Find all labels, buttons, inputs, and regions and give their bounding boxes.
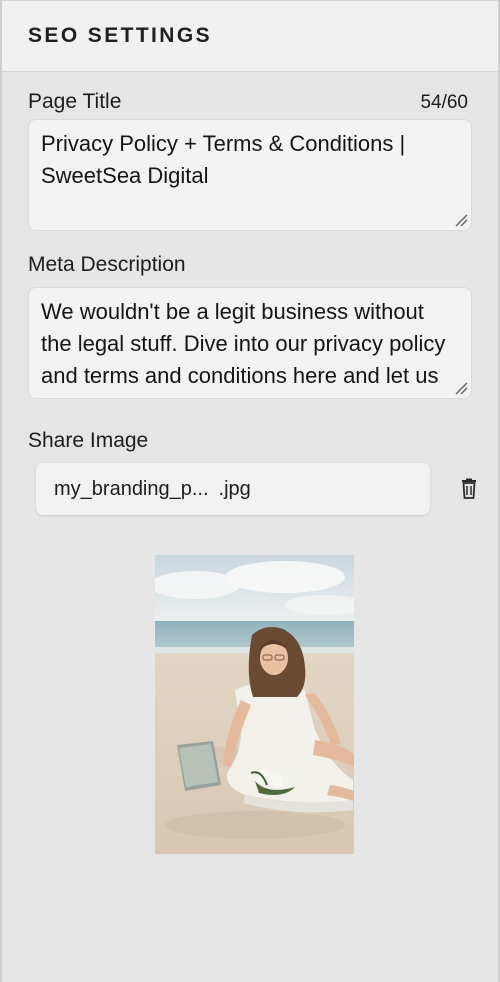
file-extension: .jpg	[218, 477, 251, 500]
share-image-label-row: Share Image	[28, 429, 468, 453]
resize-handle-icon[interactable]	[454, 381, 468, 395]
panel-title: SEO SETTINGS	[28, 24, 212, 47]
resize-handle-icon[interactable]	[454, 213, 468, 227]
page-title-field[interactable]: Privacy Policy + Terms & Conditions | Sw…	[28, 119, 472, 231]
meta-description-label: Meta Description	[28, 253, 186, 276]
share-image-label: Share Image	[28, 429, 149, 452]
seo-settings-panel: SEO SETTINGS Page Title 54/60 Privacy Po…	[0, 0, 500, 982]
panel-header: SEO SETTINGS	[2, 0, 498, 72]
page-title-label: Page Title	[28, 90, 122, 113]
meta-description-label-row: Meta Description	[28, 253, 468, 277]
meta-description-value: We wouldn't be a legit business without …	[41, 299, 446, 398]
page-title-value: Privacy Policy + Terms & Conditions | Sw…	[41, 131, 406, 188]
share-image-preview	[155, 555, 354, 854]
file-name: my_branding_p...	[54, 477, 209, 500]
share-image-file[interactable]: my_branding_p... .jpg	[36, 463, 430, 515]
page-title-label-row: Page Title 54/60	[28, 90, 468, 114]
trash-icon[interactable]	[458, 478, 480, 500]
meta-description-field[interactable]: We wouldn't be a legit business without …	[28, 287, 472, 399]
character-counter: 54/60	[420, 92, 468, 113]
